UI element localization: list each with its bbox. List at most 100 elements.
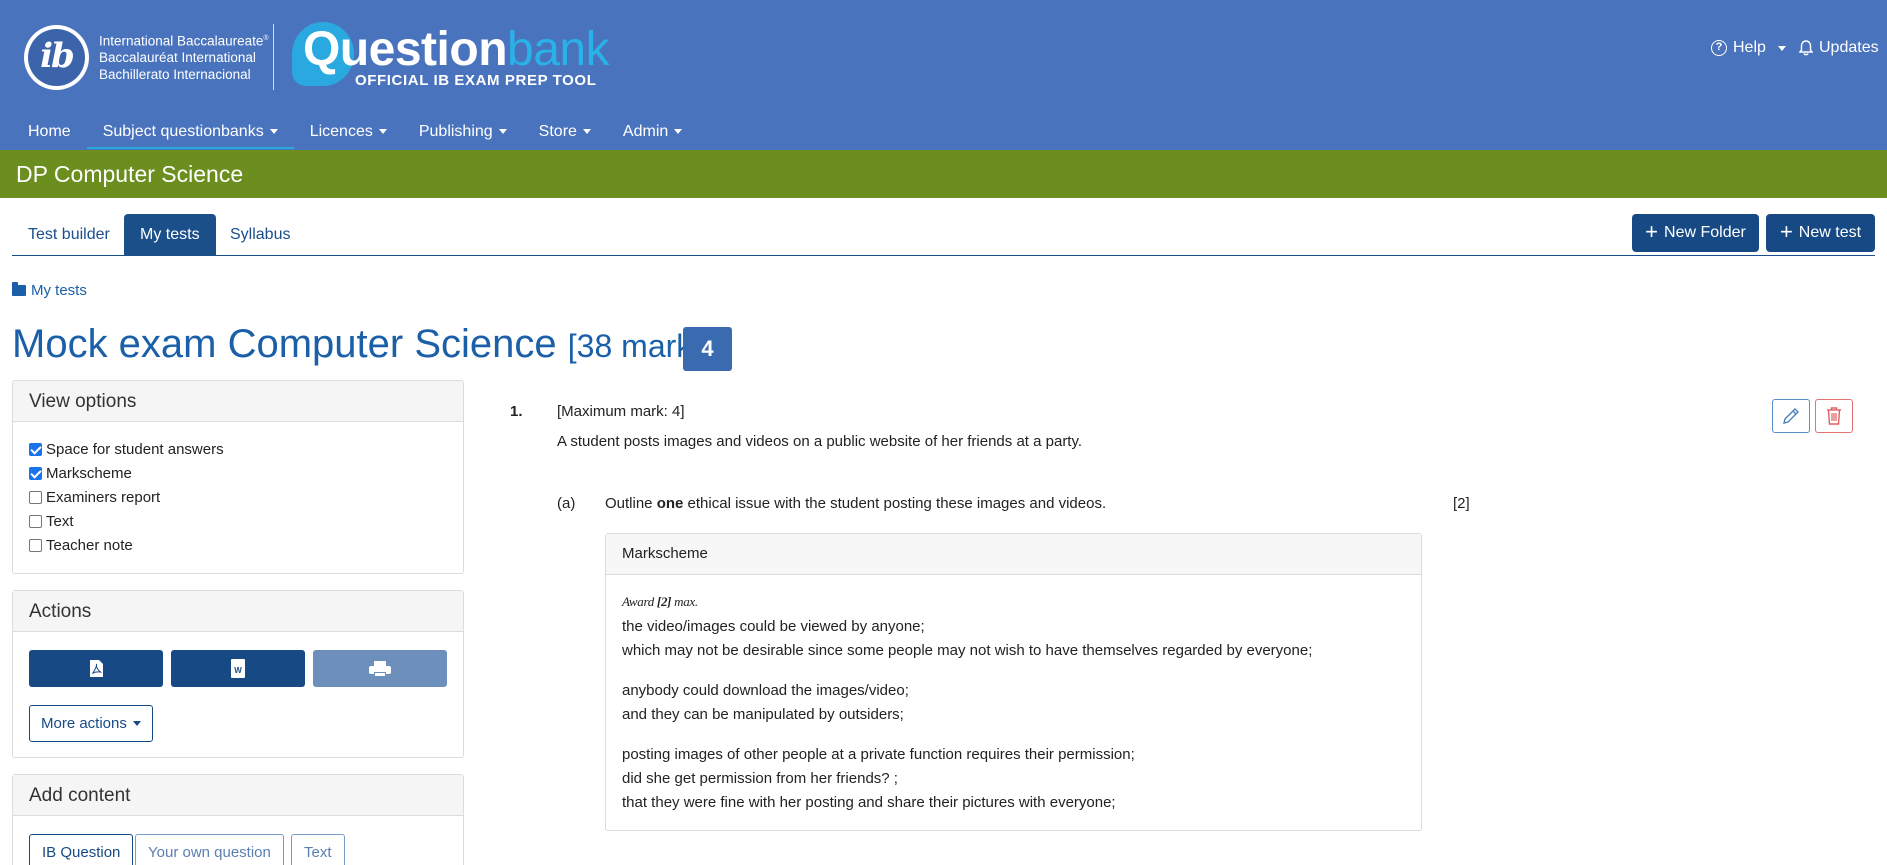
nav-admin-label: Admin bbox=[622, 123, 669, 140]
markscheme-body: Award [2] max. the video/images could be… bbox=[606, 575, 1421, 815]
download-word-button[interactable]: W bbox=[171, 650, 305, 687]
checkbox-space-for-answers[interactable] bbox=[29, 442, 42, 456]
help-label: Help bbox=[1733, 39, 1766, 56]
nav-admin[interactable]: Admin bbox=[607, 118, 698, 150]
nav-subject-questionbanks[interactable]: Subject questionbanks bbox=[86, 118, 294, 150]
markscheme-point: the video/images could be viewed by anyo… bbox=[622, 618, 925, 635]
chevron-down-icon bbox=[674, 129, 683, 135]
new-test-button[interactable]: + New test bbox=[1766, 214, 1875, 252]
chevron-down-icon bbox=[498, 129, 507, 135]
option-teacher-note-label: Teacher note bbox=[46, 536, 133, 554]
download-pdf-button[interactable] bbox=[29, 650, 163, 687]
subject-title: DP Computer Science bbox=[0, 150, 1887, 198]
nav-licences[interactable]: Licences bbox=[294, 118, 403, 150]
brand-name-secondary: bank bbox=[507, 23, 610, 76]
trash-icon bbox=[1827, 407, 1841, 425]
help-menu[interactable]: ? Help bbox=[1711, 39, 1786, 57]
word-icon: W bbox=[231, 659, 245, 678]
checkbox-markscheme[interactable] bbox=[29, 466, 42, 480]
folder-icon bbox=[12, 282, 26, 296]
chevron-down-icon bbox=[269, 129, 278, 135]
chevron-down-icon bbox=[1777, 45, 1786, 51]
part-prompt-before: Outline bbox=[605, 495, 657, 512]
nav-publishing[interactable]: Publishing bbox=[403, 118, 523, 150]
edit-question-button[interactable] bbox=[1772, 399, 1810, 433]
pencil-icon bbox=[1783, 408, 1799, 424]
ib-org-line-3: Bachillerato Internacional bbox=[99, 66, 251, 82]
award-value: [2] bbox=[656, 594, 672, 609]
tab-text[interactable]: Text bbox=[291, 834, 345, 865]
printer-icon bbox=[369, 660, 391, 677]
updates-link[interactable]: Updates bbox=[1799, 39, 1879, 57]
markscheme-point: which may not be desirable since some pe… bbox=[622, 642, 1313, 659]
add-content-heading: Add content bbox=[13, 775, 463, 816]
part-marks: [2] bbox=[1453, 495, 1470, 512]
markscheme-award: Award [2] max. bbox=[622, 593, 1405, 611]
tab-test-builder[interactable]: Test builder bbox=[12, 214, 126, 255]
actions-heading: Actions bbox=[13, 591, 463, 632]
new-folder-button[interactable]: + New Folder bbox=[1632, 214, 1759, 252]
breadcrumb[interactable]: My tests bbox=[12, 282, 87, 299]
brand-name-primary: Question bbox=[303, 23, 508, 76]
option-teacher-note[interactable]: Teacher note bbox=[29, 533, 447, 557]
more-actions-label: More actions bbox=[41, 715, 127, 732]
print-button[interactable] bbox=[313, 650, 447, 687]
test-title: Mock exam Computer Science bbox=[12, 322, 557, 366]
part-label: (a) bbox=[557, 495, 576, 512]
ib-org-name: International Baccalaureate® Baccalauréa… bbox=[99, 31, 269, 83]
markscheme-point: anybody could download the images/video; bbox=[622, 682, 909, 699]
delete-question-button[interactable] bbox=[1815, 399, 1853, 433]
registered-mark: ® bbox=[263, 35, 269, 42]
option-examiners-report-label: Examiners report bbox=[46, 488, 161, 506]
award-suffix: max. bbox=[671, 594, 698, 609]
chevron-down-icon bbox=[378, 129, 387, 135]
tab-my-tests[interactable]: My tests bbox=[124, 214, 216, 255]
tab-bar: Test builder My tests Syllabus bbox=[12, 214, 1875, 256]
markscheme-point: did she get permission from her friends?… bbox=[622, 770, 898, 787]
option-markscheme[interactable]: Markscheme bbox=[29, 461, 447, 485]
option-text-label: Text bbox=[46, 512, 74, 530]
nav-publishing-label: Publishing bbox=[418, 123, 493, 140]
chevron-down-icon bbox=[582, 129, 591, 135]
help-icon: ? bbox=[1711, 40, 1727, 56]
nav-home-label: Home bbox=[28, 123, 71, 140]
option-text[interactable]: Text bbox=[29, 509, 447, 533]
tab-your-own-question[interactable]: Your own question bbox=[135, 834, 284, 865]
chevron-down-icon bbox=[132, 721, 141, 726]
tab-syllabus[interactable]: Syllabus bbox=[214, 214, 306, 255]
nav-home[interactable]: Home bbox=[0, 118, 87, 150]
breadcrumb-my-tests[interactable]: My tests bbox=[31, 282, 87, 299]
ib-logo-letters: ib bbox=[28, 29, 85, 86]
award-prefix: Award bbox=[622, 594, 657, 609]
new-folder-label: New Folder bbox=[1664, 224, 1746, 241]
pdf-icon bbox=[89, 660, 103, 677]
checkbox-text[interactable] bbox=[29, 514, 42, 528]
markscheme-box: Markscheme Award [2] max. the video/imag… bbox=[605, 533, 1422, 831]
plus-icon: + bbox=[1645, 219, 1659, 244]
more-actions-dropdown[interactable]: More actions bbox=[29, 705, 153, 742]
checkbox-examiners-report[interactable] bbox=[29, 490, 42, 504]
bell-icon bbox=[1799, 40, 1813, 56]
checkbox-teacher-note[interactable] bbox=[29, 538, 42, 552]
nav-store[interactable]: Store bbox=[523, 118, 607, 150]
plus-icon: + bbox=[1779, 219, 1793, 244]
ib-org-line-2: Baccalauréat International bbox=[99, 50, 256, 65]
add-content-panel: Add content IB Question Your own questio… bbox=[12, 774, 464, 865]
markscheme-point: posting images of other people at a priv… bbox=[622, 746, 1135, 763]
ib-logo[interactable]: ib bbox=[24, 25, 89, 90]
question-count-badge: 4 bbox=[683, 327, 732, 371]
tab-ib-question[interactable]: IB Question bbox=[29, 834, 134, 865]
new-test-label: New test bbox=[1798, 224, 1862, 241]
part-prompt: Outline one ethical issue with the stude… bbox=[605, 495, 1106, 512]
main-nav: Home Subject questionbanks Licences Publ… bbox=[0, 118, 698, 150]
markscheme-point: that they were fine with her posting and… bbox=[622, 794, 1116, 811]
actions-panel: Actions W More actions bbox=[12, 590, 464, 758]
option-space-for-answers[interactable]: Space for student answers bbox=[29, 437, 447, 461]
question-max-mark: [Maximum mark: 4] bbox=[557, 403, 685, 420]
nav-store-label: Store bbox=[538, 123, 577, 140]
updates-label: Updates bbox=[1819, 39, 1879, 56]
option-markscheme-label: Markscheme bbox=[46, 464, 132, 482]
option-examiners-report[interactable]: Examiners report bbox=[29, 485, 447, 509]
view-options-heading: View options bbox=[13, 381, 463, 422]
questionbank-logo[interactable]: Questionbank bbox=[303, 22, 610, 78]
